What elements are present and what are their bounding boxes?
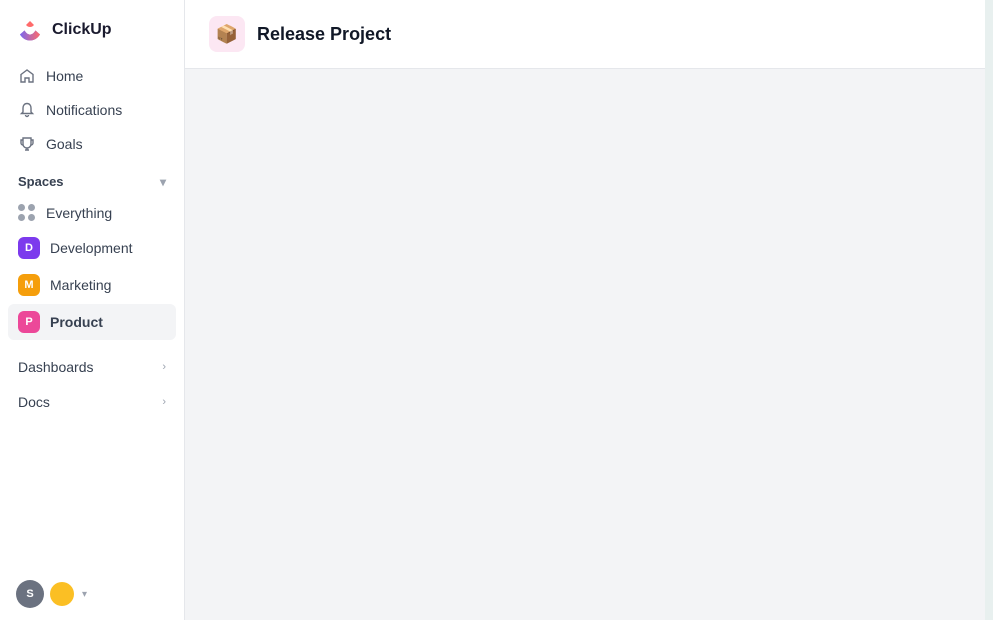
expandable-section: Dashboards › Docs ›	[0, 348, 184, 421]
avatar-primary: S	[16, 580, 44, 608]
docs-label: Docs	[18, 394, 50, 410]
right-edge	[985, 0, 993, 620]
project-icon: 📦	[209, 16, 245, 52]
chevron-right-icon: ›	[162, 361, 166, 373]
marketing-label: Marketing	[50, 277, 111, 293]
chevron-down-icon: ▾	[160, 175, 166, 189]
project-title: Release Project	[257, 24, 391, 45]
sidebar-item-product[interactable]: P Product	[8, 304, 176, 340]
user-area[interactable]: S ▾	[0, 568, 184, 620]
spaces-label: Spaces	[18, 174, 64, 189]
sidebar-item-notifications[interactable]: Notifications	[8, 94, 176, 126]
trophy-icon	[18, 135, 36, 153]
sidebar-item-home[interactable]: Home	[8, 60, 176, 92]
notifications-label: Notifications	[46, 102, 122, 118]
development-label: Development	[50, 240, 133, 256]
sidebar-item-marketing[interactable]: M Marketing	[8, 267, 176, 303]
product-badge: P	[18, 311, 40, 333]
dashboards-label: Dashboards	[18, 359, 94, 375]
marketing-badge: M	[18, 274, 40, 296]
app-name: ClickUp	[52, 21, 112, 39]
home-label: Home	[46, 68, 83, 84]
main-header: 📦 Release Project	[185, 0, 985, 69]
sidebar: ClickUp Home Notifications	[0, 0, 185, 620]
user-dropdown-icon: ▾	[82, 589, 87, 600]
sidebar-item-dashboards[interactable]: Dashboards ›	[8, 350, 176, 384]
goals-label: Goals	[46, 136, 83, 152]
sidebar-item-everything[interactable]: Everything	[8, 197, 176, 229]
development-badge: D	[18, 237, 40, 259]
home-icon	[18, 67, 36, 85]
chevron-right-icon: ›	[162, 396, 166, 408]
avatar-secondary	[50, 582, 74, 606]
spaces-list: Everything D Development M Marketing P P…	[0, 195, 184, 342]
sidebar-item-goals[interactable]: Goals	[8, 128, 176, 160]
clickup-logo-icon	[16, 16, 44, 44]
sidebar-item-development[interactable]: D Development	[8, 230, 176, 266]
product-label: Product	[50, 314, 103, 330]
grid-dots-icon	[18, 204, 36, 222]
bell-icon	[18, 101, 36, 119]
main-content: 📦 Release Project	[185, 0, 985, 620]
sidebar-item-docs[interactable]: Docs ›	[8, 385, 176, 419]
nav-section: Home Notifications Goals	[0, 56, 184, 164]
everything-label: Everything	[46, 205, 112, 221]
logo-area[interactable]: ClickUp	[0, 0, 184, 56]
main-body	[185, 69, 985, 620]
spaces-section-header[interactable]: Spaces ▾	[0, 164, 184, 195]
